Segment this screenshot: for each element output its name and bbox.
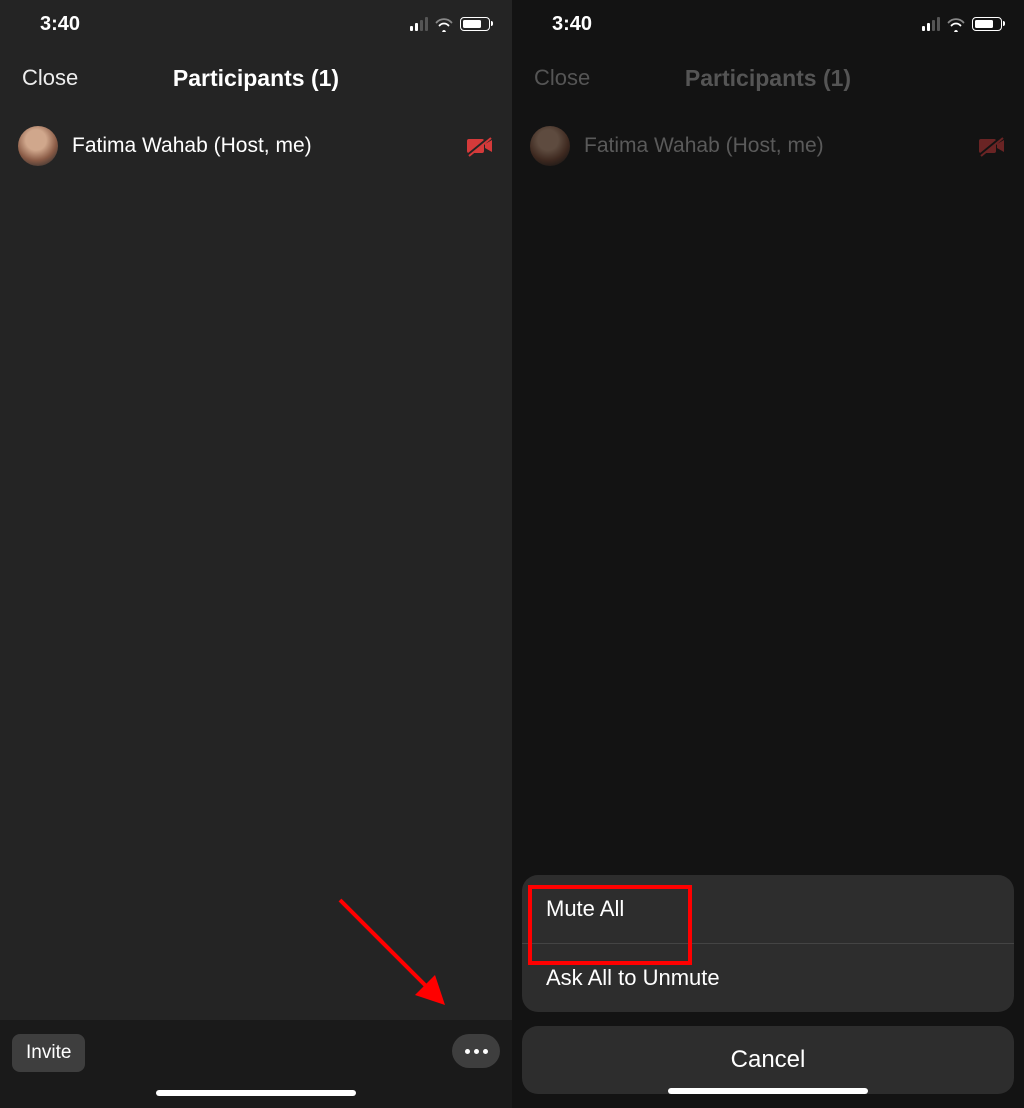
ask-all-to-unmute-button[interactable]: Ask All to Unmute	[522, 944, 1014, 1012]
avatar	[530, 126, 570, 166]
avatar	[18, 126, 58, 166]
navbar: Close Participants (1)	[0, 48, 512, 108]
battery-icon	[972, 17, 1002, 31]
navbar: Close Participants (1)	[512, 48, 1024, 108]
battery-icon	[460, 17, 490, 31]
participant-row[interactable]: Fatima Wahab (Host, me)	[0, 120, 512, 172]
mute-all-button[interactable]: Mute All	[522, 875, 1014, 943]
status-time: 3:40	[40, 13, 80, 36]
close-button[interactable]: Close	[22, 65, 78, 91]
phone-screen-left: 3:40 Close Participants (1) Fatima Wahab…	[0, 0, 512, 1108]
participants-list: Fatima Wahab (Host, me)	[0, 108, 512, 1020]
status-bar: 3:40	[0, 0, 512, 48]
ask-unmute-label: Ask All to Unmute	[546, 965, 720, 991]
participant-name: Fatima Wahab (Host, me)	[584, 134, 964, 158]
status-indicators	[410, 17, 490, 32]
cellular-signal-icon	[410, 17, 428, 31]
close-button[interactable]: Close	[534, 65, 590, 91]
status-indicators	[922, 17, 1002, 32]
phone-screen-right: 3:40 Close Participants (1) Fatima Wahab…	[512, 0, 1024, 1108]
home-indicator	[156, 1090, 356, 1096]
action-sheet: Mute All Ask All to Unmute Cancel	[512, 863, 1024, 1108]
participant-name: Fatima Wahab (Host, me)	[72, 134, 452, 158]
mute-all-label: Mute All	[546, 896, 624, 922]
video-off-icon	[466, 135, 494, 157]
home-indicator	[668, 1088, 868, 1094]
wifi-icon	[946, 17, 966, 32]
status-time: 3:40	[552, 13, 592, 36]
cancel-label: Cancel	[731, 1046, 806, 1074]
page-title: Participants (1)	[173, 65, 339, 92]
video-off-icon	[978, 135, 1006, 157]
page-title: Participants (1)	[685, 65, 851, 92]
more-button[interactable]	[452, 1034, 500, 1068]
action-sheet-group: Mute All Ask All to Unmute	[522, 875, 1014, 1012]
bottom-bar: Invite	[0, 1020, 512, 1108]
cellular-signal-icon	[922, 17, 940, 31]
wifi-icon	[434, 17, 454, 32]
cancel-button[interactable]: Cancel	[522, 1026, 1014, 1094]
status-bar: 3:40	[512, 0, 1024, 48]
invite-button[interactable]: Invite	[12, 1034, 85, 1072]
participant-row[interactable]: Fatima Wahab (Host, me)	[512, 120, 1024, 172]
